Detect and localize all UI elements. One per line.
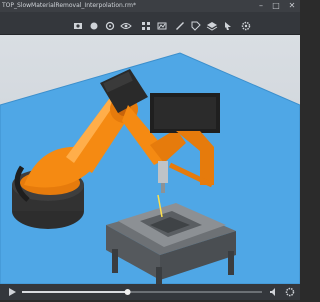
play-icon[interactable] [6,286,18,298]
3d-viewport[interactable] [0,35,300,284]
record-icon[interactable] [88,17,100,30]
scene-icon[interactable] [156,17,168,30]
layers-icon[interactable] [206,17,218,31]
minimize-button[interactable]: – [255,0,267,12]
close-button[interactable]: ✕ [286,0,298,12]
timeline-slider[interactable] [22,284,262,300]
playback-bar [0,284,300,300]
settings-icon[interactable] [240,17,252,31]
eye-icon[interactable] [120,17,132,29]
robot-cell-scene [0,52,300,284]
player-settings-icon[interactable] [284,286,296,298]
tag-icon[interactable] [190,17,202,31]
timeline-handle [124,289,131,295]
title-bar: TOP_SlowMaterialRemoval_Interpolation.rm… [0,0,300,12]
toolbar [0,12,300,35]
maximize-button[interactable]: □ [270,0,282,12]
robot-spindle [158,161,168,183]
volume-icon[interactable] [268,286,280,298]
grid-icon[interactable] [140,17,152,30]
view-icon[interactable] [104,17,116,31]
camera-icon[interactable] [72,17,84,29]
cursor-icon[interactable] [222,17,234,30]
measure-icon[interactable] [174,17,186,30]
window-title: TOP_SlowMaterialRemoval_Interpolation.rm… [2,2,136,9]
timeline-progress [22,291,128,293]
